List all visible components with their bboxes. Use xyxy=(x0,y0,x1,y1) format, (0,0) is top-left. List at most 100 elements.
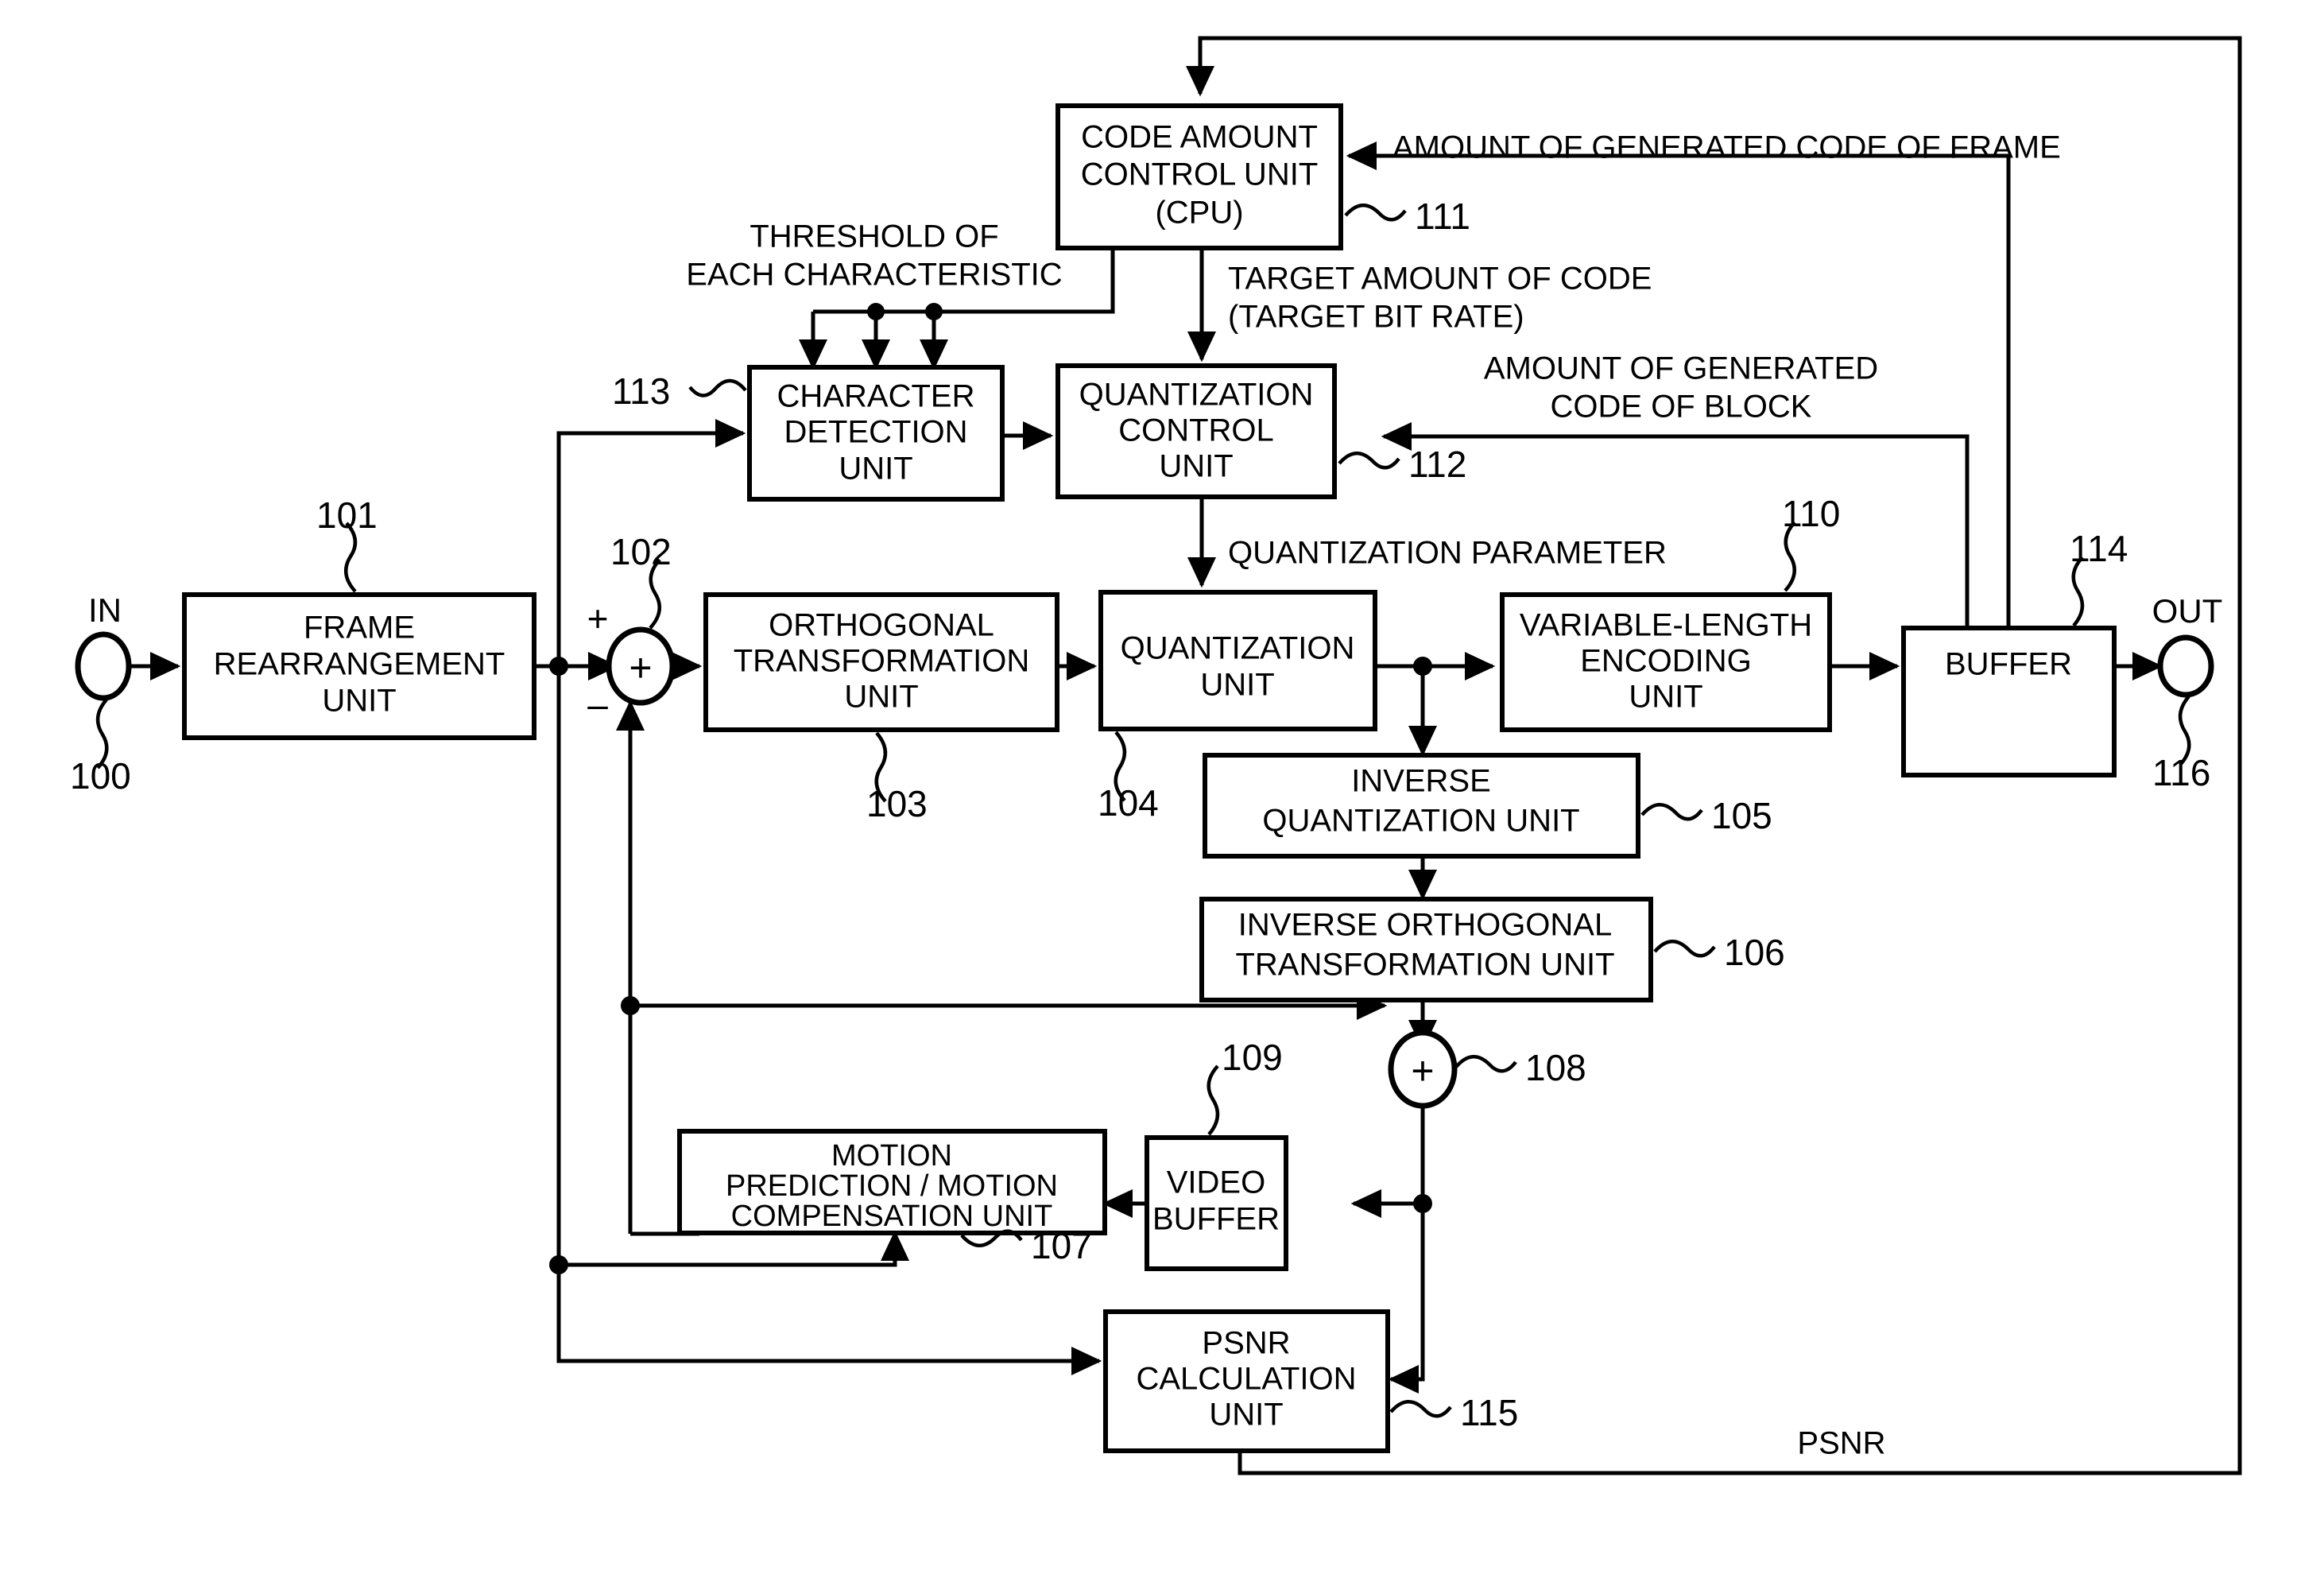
ref-111-leader: 111 xyxy=(1344,196,1470,237)
psnr-calculation-unit-line1: PSNR xyxy=(1202,1326,1290,1361)
ref-number-107: 107 xyxy=(1031,1225,1092,1266)
ref-113-leader: 113 xyxy=(612,370,747,412)
block-inverse-quantization-unit[interactable]: INVERSE QUANTIZATION UNIT xyxy=(1203,753,1640,859)
variable-length-encoding-unit-line3: UNIT xyxy=(1629,680,1702,715)
quantization-control-unit-line2: CONTROL xyxy=(1118,413,1274,448)
terminal-out: OUT 116 xyxy=(2152,592,2223,793)
block-character-detection-unit[interactable]: CHARACTER DETECTION UNIT xyxy=(747,365,1005,502)
character-detection-unit-line1: CHARACTER xyxy=(777,379,975,414)
ref-number-113: 113 xyxy=(612,370,670,412)
motion-prediction-compensation-unit-line3: COMPENSATION UNIT xyxy=(731,1200,1053,1233)
ref-number-102: 102 xyxy=(610,531,672,572)
block-orthogonal-transformation-unit[interactable]: ORTHOGONAL TRANSFORMATION UNIT xyxy=(703,592,1059,732)
motion-prediction-compensation-unit-line2: PREDICTION / MOTION xyxy=(726,1169,1058,1203)
ref-101-leader: 101 xyxy=(316,494,378,593)
buffer-label: BUFFER xyxy=(1945,647,2072,682)
ref-104-leader: 104 xyxy=(1098,731,1159,824)
ref-105-leader: 105 xyxy=(1640,795,1772,836)
ref-number-116: 116 xyxy=(2152,752,2210,793)
ref-number-103: 103 xyxy=(866,783,928,824)
frame-rearrangement-unit-line1: FRAME xyxy=(304,611,415,646)
block-inverse-orthogonal-transformation-unit[interactable]: INVERSE ORTHOGONAL TRANSFORMATION UNIT xyxy=(1199,897,1653,1002)
ref-102-leader: 102 xyxy=(610,531,672,630)
ref-number-106: 106 xyxy=(1724,932,1785,973)
in-label: IN xyxy=(88,591,122,629)
adder-102-glyph: + xyxy=(629,646,652,690)
inverse-orthogonal-transformation-unit-line1: INVERSE ORTHOGONAL xyxy=(1238,908,1612,943)
out-label: OUT xyxy=(2152,592,2223,630)
psnr-calculation-unit-line3: UNIT xyxy=(1209,1398,1283,1433)
wire-fru-out xyxy=(534,652,619,680)
block-diagram: CODE AMOUNT CONTROL UNIT (CPU) 111 CHARA… xyxy=(70,36,2242,1475)
video-buffer-line1: VIDEO xyxy=(1167,1165,1265,1200)
block-quantization-control-unit[interactable]: QUANTIZATION CONTROL UNIT xyxy=(1055,363,1337,499)
quantization-parameter-label: QUANTIZATION PARAMETER xyxy=(1228,536,1667,571)
ref-number-110: 110 xyxy=(1782,493,1840,534)
block-psnr-calculation-unit[interactable]: PSNR CALCULATION UNIT xyxy=(1103,1309,1390,1453)
threshold-line2: EACH CHARACTERISTIC xyxy=(686,258,1062,293)
ref-number-105: 105 xyxy=(1711,795,1772,836)
quantization-control-unit-line3: UNIT xyxy=(1159,449,1233,484)
ref-number-108: 108 xyxy=(1525,1047,1586,1088)
target-amount-of-code-line2: (TARGET BIT RATE) xyxy=(1228,300,1524,335)
label-psnr: PSNR xyxy=(1797,1426,1885,1461)
figure-canvas: CODE AMOUNT CONTROL UNIT (CPU) 111 CHARA… xyxy=(0,0,2324,1578)
wire-left-bus-to-mpmc xyxy=(559,1230,909,1267)
ref-number-100: 100 xyxy=(70,755,131,797)
inverse-quantization-unit-line1: INVERSE xyxy=(1351,764,1491,799)
block-frame-rearrangement-unit[interactable]: FRAME REARRANGEMENT UNIT xyxy=(182,592,536,740)
ref-112-leader: 112 xyxy=(1338,444,1466,485)
code-amount-control-unit-line2: CONTROL UNIT xyxy=(1081,157,1319,192)
ref-114-leader: 114 xyxy=(2070,528,2128,627)
ref-108-leader: 108 xyxy=(1454,1047,1586,1088)
ref-number-101: 101 xyxy=(316,494,378,536)
amount-generated-code-frame-label: AMOUNT OF GENERATED CODE OF FRAME xyxy=(1392,130,2061,165)
label-threshold-of-each-characteristic: THRESHOLD OF EACH CHARACTERISTIC xyxy=(686,219,1062,293)
orthogonal-transformation-unit-line3: UNIT xyxy=(844,680,918,715)
block-buffer[interactable]: BUFFER xyxy=(1901,626,2117,777)
adder-108: + xyxy=(1388,1029,1458,1109)
adder-102-minus-sign: – xyxy=(587,684,608,725)
motion-prediction-compensation-unit-line1: MOTION xyxy=(831,1139,952,1173)
psnr-label: PSNR xyxy=(1797,1426,1885,1461)
video-buffer-line2: BUFFER xyxy=(1152,1202,1280,1237)
code-amount-control-unit-line1: CODE AMOUNT xyxy=(1081,120,1318,155)
variable-length-encoding-unit-line1: VARIABLE-LENGTH xyxy=(1520,608,1812,643)
block-motion-prediction-compensation-unit[interactable]: MOTION PREDICTION / MOTION COMPENSATION … xyxy=(677,1129,1107,1235)
ref-number-115: 115 xyxy=(1460,1392,1518,1433)
wire-qu-to-vle xyxy=(1375,652,1496,680)
label-amount-of-generated-code-of-frame: AMOUNT OF GENERATED CODE OF FRAME xyxy=(1392,130,2061,165)
ref-115-leader: 115 xyxy=(1389,1392,1518,1433)
quantization-unit-line2: UNIT xyxy=(1200,668,1274,703)
ref-number-112: 112 xyxy=(1408,444,1466,485)
adder-108-glyph: + xyxy=(1411,1049,1434,1093)
ref-number-111: 111 xyxy=(1415,196,1470,237)
threshold-line1: THRESHOLD OF xyxy=(749,219,998,254)
block-variable-length-encoding-unit[interactable]: VARIABLE-LENGTH ENCODING UNIT xyxy=(1500,592,1832,732)
block-quantization-unit[interactable]: QUANTIZATION UNIT xyxy=(1098,590,1377,731)
code-amount-control-unit-line3: (CPU) xyxy=(1155,196,1243,231)
block-video-buffer[interactable]: VIDEO BUFFER xyxy=(1145,1135,1288,1271)
amount-generated-code-block-line2: CODE OF BLOCK xyxy=(1551,390,1812,425)
ref-110-leader: 110 xyxy=(1782,493,1840,592)
quantization-control-unit-line1: QUANTIZATION xyxy=(1079,378,1314,413)
adder-102-plus-sign: + xyxy=(587,598,609,639)
ref-103-leader: 103 xyxy=(866,731,928,824)
block-code-amount-control-unit[interactable]: CODE AMOUNT CONTROL UNIT (CPU) xyxy=(1055,103,1343,250)
ref-106-leader: 106 xyxy=(1653,932,1785,973)
terminal-in: IN 100 xyxy=(70,591,132,797)
ref-109-leader: 109 xyxy=(1207,1037,1283,1136)
character-detection-unit-line2: DETECTION xyxy=(784,415,967,450)
target-amount-of-code-line1: TARGET AMOUNT OF CODE xyxy=(1228,262,1652,297)
frame-rearrangement-unit-line2: REARRANGEMENT xyxy=(214,647,505,682)
quantization-unit-line1: QUANTIZATION xyxy=(1121,631,1355,666)
label-target-amount-of-code: TARGET AMOUNT OF CODE (TARGET BIT RATE) xyxy=(1228,262,1652,335)
inverse-orthogonal-transformation-unit-line2: TRANSFORMATION UNIT xyxy=(1235,948,1614,983)
label-quantization-parameter: QUANTIZATION PARAMETER xyxy=(1228,536,1667,571)
orthogonal-transformation-unit-line2: TRANSFORMATION xyxy=(734,644,1030,679)
ref-number-109: 109 xyxy=(1222,1037,1283,1078)
label-amount-of-generated-code-of-block: AMOUNT OF GENERATED CODE OF BLOCK xyxy=(1484,351,1878,425)
frame-rearrangement-unit-line3: UNIT xyxy=(322,684,396,719)
ref-number-114: 114 xyxy=(2070,528,2128,569)
orthogonal-transformation-unit-line1: ORTHOGONAL xyxy=(769,608,994,643)
